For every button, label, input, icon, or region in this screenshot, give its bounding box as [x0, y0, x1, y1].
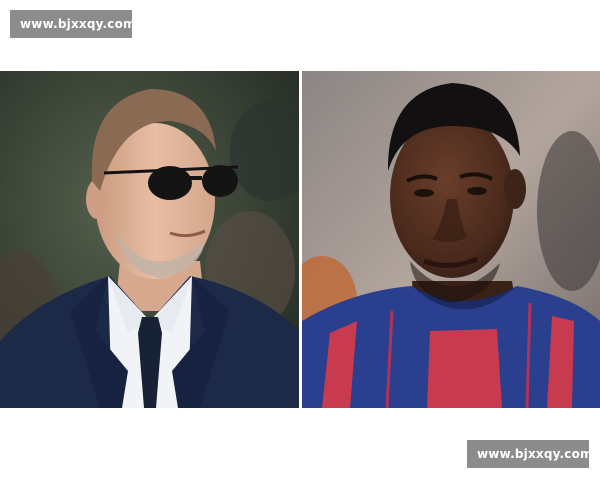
- watermark-bottom: www.bjxxqy.com: [467, 440, 593, 468]
- photo-left-man-sunglasses: [0, 71, 299, 408]
- watermark-top: www.bjxxqy.com: [10, 10, 136, 38]
- photo-right-footballer: [302, 71, 600, 408]
